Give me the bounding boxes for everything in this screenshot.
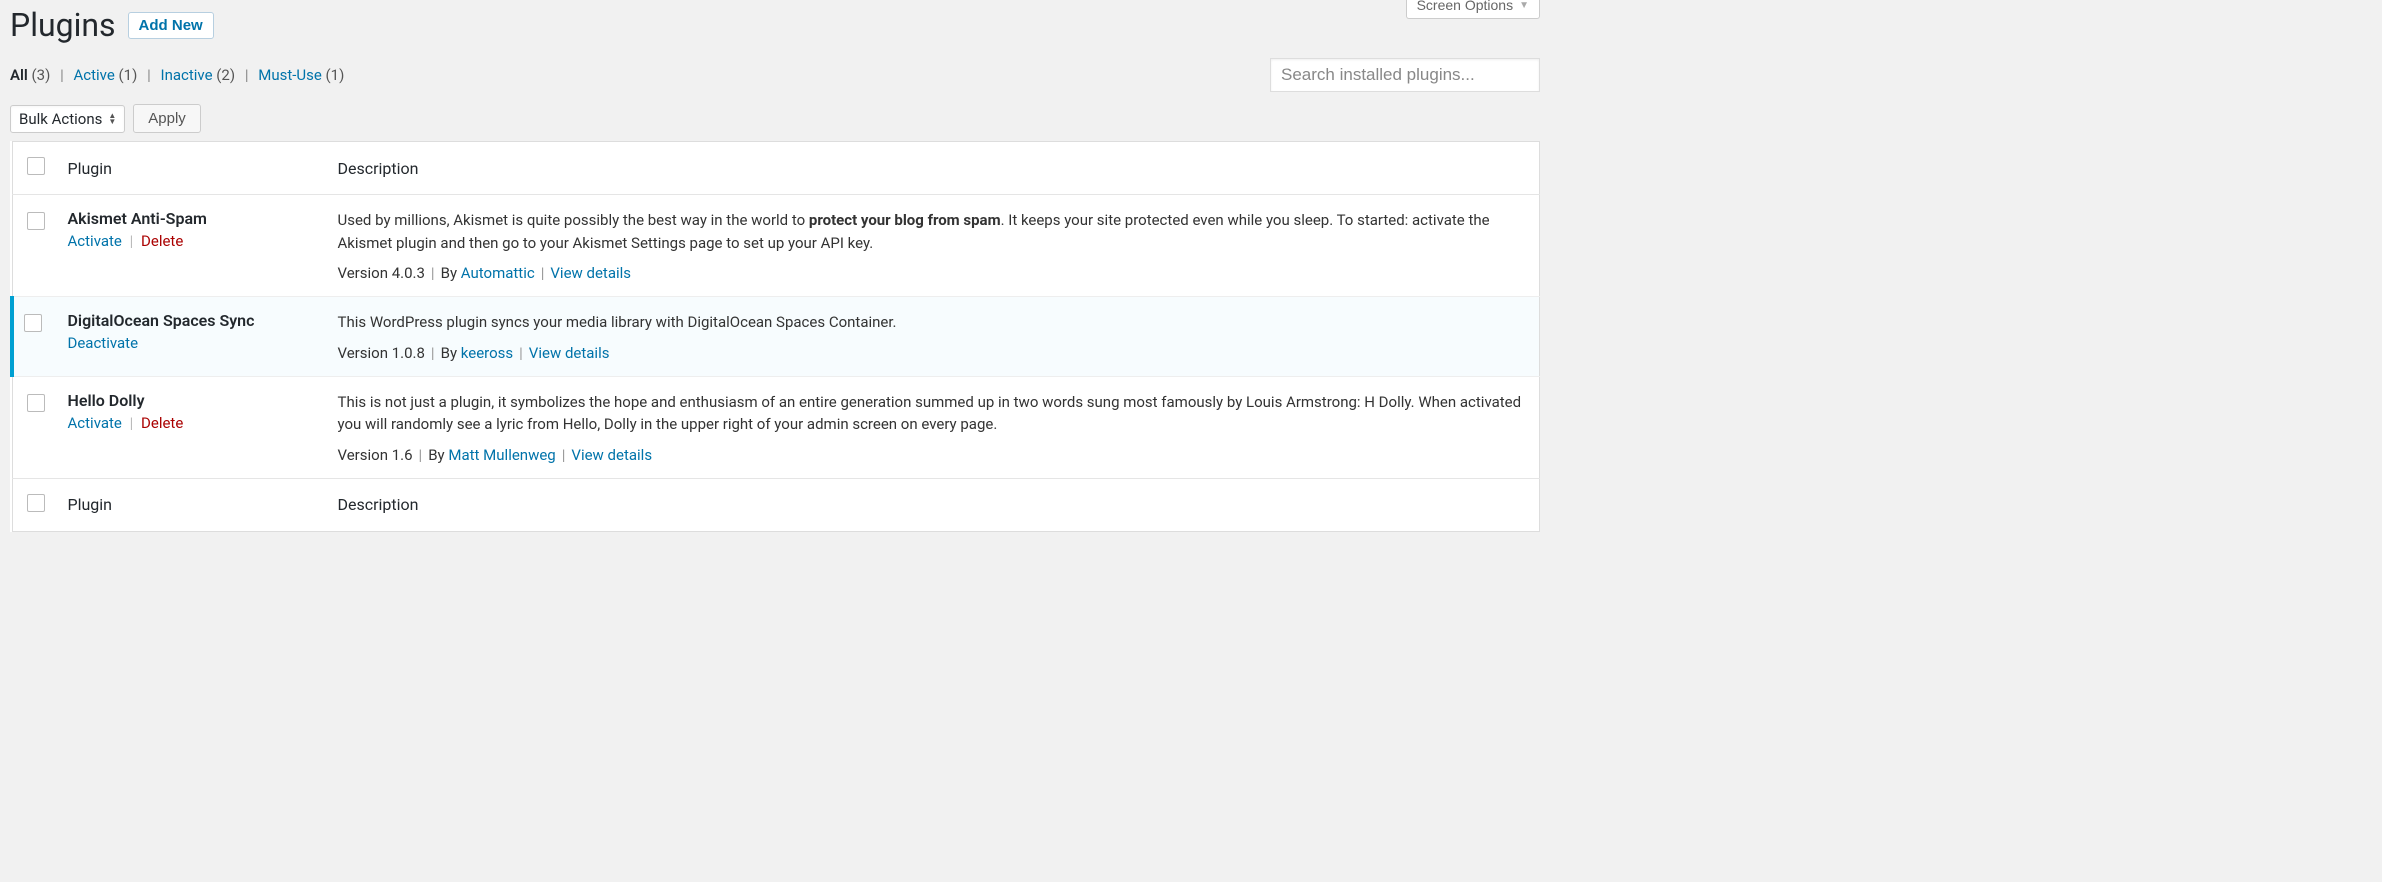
- delete-link[interactable]: Delete: [141, 414, 183, 432]
- activate-link[interactable]: Activate: [68, 232, 122, 250]
- bulk-actions-select[interactable]: Bulk Actions ▲▼: [10, 105, 125, 133]
- filter-mustuse-count: (1): [326, 66, 345, 84]
- filter-inactive[interactable]: Inactive: [160, 66, 212, 84]
- plugin-name: DigitalOcean Spaces Sync: [68, 311, 318, 330]
- col-description: Description: [328, 142, 1540, 195]
- plugin-name: Hello Dolly: [68, 391, 318, 410]
- plugin-meta: Version 1.0.8|By keeross|View details: [338, 344, 1530, 362]
- bulk-actions-label: Bulk Actions: [19, 110, 102, 128]
- filter-all-count: (3): [32, 66, 51, 84]
- screen-options-label: Screen Options: [1417, 0, 1514, 13]
- table-row: Akismet Anti-Spam Activate | Delete Used…: [12, 195, 1540, 297]
- plugins-table: Plugin Description Akismet Anti-Spam Act…: [10, 141, 1540, 532]
- select-all-bottom[interactable]: [27, 494, 45, 512]
- filter-active-count: (1): [119, 66, 138, 84]
- select-arrows-icon: ▲▼: [108, 113, 116, 125]
- chevron-down-icon: ▼: [1519, 0, 1529, 11]
- col-plugin: Plugin: [58, 142, 328, 195]
- row-checkbox[interactable]: [24, 314, 42, 332]
- col-plugin-footer: Plugin: [58, 478, 328, 531]
- col-description-footer: Description: [328, 478, 1540, 531]
- plugin-description: Used by millions, Akismet is quite possi…: [338, 209, 1530, 254]
- deactivate-link[interactable]: Deactivate: [68, 334, 139, 352]
- view-details-link[interactable]: View details: [529, 344, 610, 362]
- table-row: Hello Dolly Activate | Delete This is no…: [12, 376, 1540, 478]
- row-checkbox[interactable]: [27, 212, 45, 230]
- plugin-name: Akismet Anti-Spam: [68, 209, 318, 228]
- apply-button[interactable]: Apply: [133, 104, 201, 133]
- filter-active[interactable]: Active: [73, 66, 114, 84]
- activate-link[interactable]: Activate: [68, 414, 122, 432]
- filter-mustuse[interactable]: Must-Use: [258, 66, 322, 84]
- select-all-top[interactable]: [27, 157, 45, 175]
- search-input[interactable]: [1270, 58, 1540, 92]
- table-row: DigitalOcean Spaces Sync Deactivate This…: [12, 297, 1540, 377]
- author-link[interactable]: Matt Mullenweg: [448, 446, 555, 464]
- plugin-filters: All (3) | Active (1) | Inactive (2) | Mu…: [10, 66, 344, 84]
- filter-inactive-count: (2): [216, 66, 235, 84]
- plugin-description: This WordPress plugin syncs your media l…: [338, 311, 1530, 334]
- author-link[interactable]: Automattic: [461, 264, 535, 282]
- add-new-button[interactable]: Add New: [128, 12, 214, 39]
- delete-link[interactable]: Delete: [141, 232, 183, 250]
- row-checkbox[interactable]: [27, 394, 45, 412]
- screen-options-button[interactable]: Screen Options ▼: [1406, 0, 1540, 19]
- view-details-link[interactable]: View details: [571, 446, 652, 464]
- page-title: Plugins: [10, 6, 116, 44]
- plugin-description: This is not just a plugin, it symbolizes…: [338, 391, 1530, 436]
- plugin-meta: Version 4.0.3|By Automattic|View details: [338, 264, 1530, 282]
- plugin-meta: Version 1.6|By Matt Mullenweg|View detai…: [338, 446, 1530, 464]
- filter-all[interactable]: All: [10, 66, 28, 84]
- view-details-link[interactable]: View details: [550, 264, 631, 282]
- author-link[interactable]: keeross: [461, 344, 513, 362]
